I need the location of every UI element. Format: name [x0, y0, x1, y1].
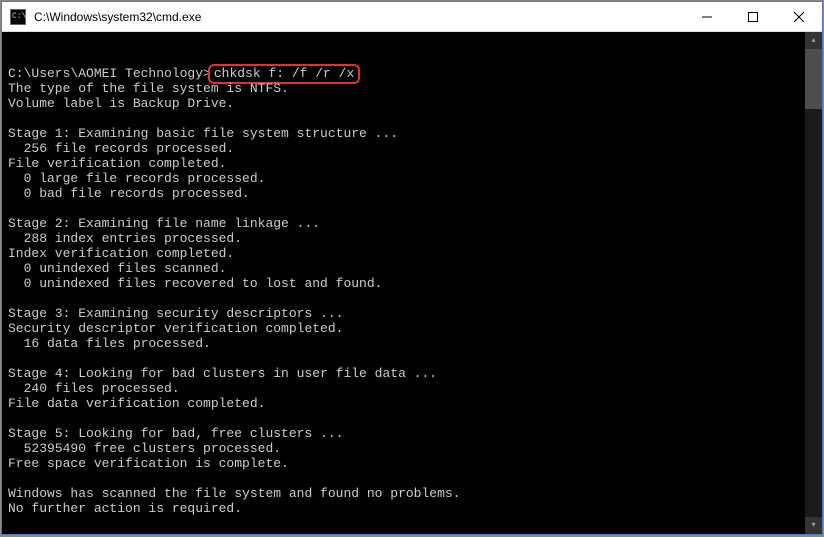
- close-button[interactable]: [776, 2, 822, 31]
- scrollbar[interactable]: ▴ ▾: [805, 32, 822, 534]
- prompt-line: C:\Users\AOMEI Technology>chkdsk f: /f /…: [8, 66, 816, 81]
- close-icon: [794, 12, 804, 22]
- scroll-up-button[interactable]: ▴: [805, 32, 822, 49]
- minimize-button[interactable]: [684, 2, 730, 31]
- maximize-button[interactable]: [730, 2, 776, 31]
- window-title: C:\Windows\system32\cmd.exe: [32, 10, 684, 24]
- titlebar[interactable]: C:\ C:\Windows\system32\cmd.exe: [2, 2, 822, 32]
- prompt-path: C:\Users\AOMEI Technology>: [8, 66, 211, 81]
- cmd-window: C:\ C:\Windows\system32\cmd.exe C:\Users…: [1, 1, 823, 535]
- scroll-thumb[interactable]: [805, 49, 822, 109]
- maximize-icon: [748, 12, 758, 22]
- window-controls: [684, 2, 822, 31]
- scroll-track[interactable]: [805, 49, 822, 517]
- minimize-icon: [702, 12, 712, 22]
- scroll-down-button[interactable]: ▾: [805, 517, 822, 534]
- cmd-icon: C:\: [10, 9, 26, 25]
- console-area[interactable]: C:\Users\AOMEI Technology>chkdsk f: /f /…: [2, 32, 822, 534]
- console-output: The type of the file system is NTFS. Vol…: [8, 81, 460, 516]
